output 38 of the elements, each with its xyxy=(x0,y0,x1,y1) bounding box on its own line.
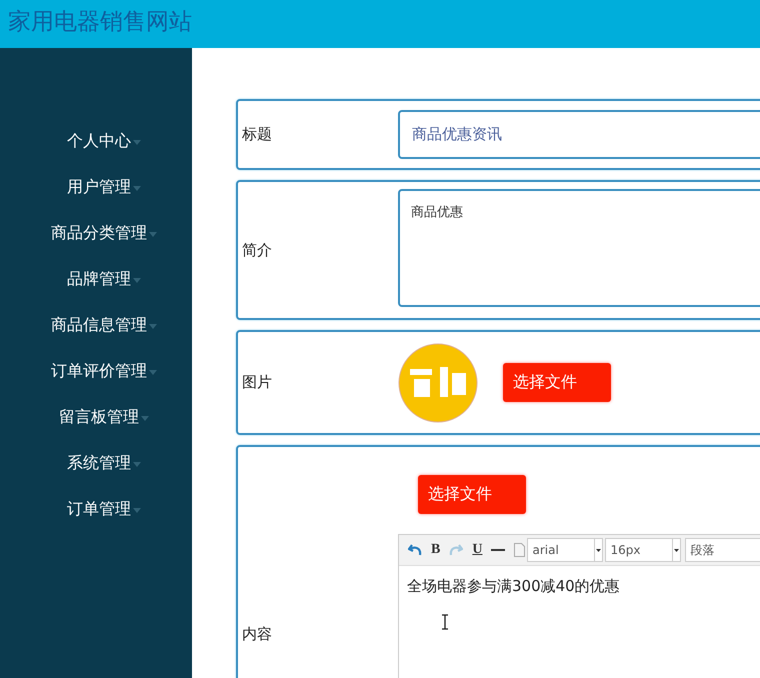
editor-select[interactable]: arial xyxy=(527,538,604,562)
caret-icon xyxy=(149,324,157,328)
bold-button[interactable]: B xyxy=(431,542,440,558)
title-input[interactable]: 商品优惠资讯 xyxy=(398,110,760,159)
field-label: 简介 xyxy=(242,240,273,260)
editor-text: 全场电器参与满300减40的优惠 xyxy=(407,577,620,595)
sidebar-item[interactable]: 留言板管理 xyxy=(59,402,149,432)
caret-icon xyxy=(133,508,141,512)
caret-icon xyxy=(149,232,157,236)
sidebar-item[interactable]: 订单管理 xyxy=(67,494,141,524)
text-cursor-icon xyxy=(441,614,449,630)
site-title: 家用电器销售网站 xyxy=(8,8,192,37)
sidebar-item[interactable]: 品牌管理 xyxy=(67,264,141,294)
caret-icon xyxy=(141,416,149,420)
sidebar-item[interactable]: 订单评价管理 xyxy=(51,356,157,386)
sidebar-item[interactable]: 用户管理 xyxy=(67,172,141,202)
editor-select[interactable]: 16px xyxy=(605,538,682,562)
choose-file-button[interactable]: 选择文件 xyxy=(503,363,611,402)
dropdown-arrow-icon xyxy=(674,548,680,552)
caret-icon xyxy=(133,278,141,282)
field-label: 内容 xyxy=(242,625,273,644)
field-label: 图片 xyxy=(242,373,273,392)
caret-icon xyxy=(133,140,141,144)
sidebar-item[interactable]: 商品信息管理 xyxy=(51,310,157,340)
underline-button[interactable]: U xyxy=(472,542,482,558)
summary-textarea[interactable]: 商品优惠 xyxy=(398,189,760,307)
caret-icon xyxy=(149,370,157,374)
sidebar-item[interactable]: 个人中心 xyxy=(67,126,141,156)
horizontal-rule-icon[interactable] xyxy=(491,549,506,551)
editor-select[interactable]: 段落 xyxy=(685,538,760,562)
sidebar-item[interactable]: 系统管理 xyxy=(67,448,141,478)
caret-icon xyxy=(133,186,141,190)
field-label: 标题 xyxy=(242,125,273,144)
sidebar-item[interactable]: 商品分类管理 xyxy=(51,218,157,248)
choose-file-button[interactable]: 选择文件 xyxy=(418,475,526,514)
dropdown-arrow-icon xyxy=(596,548,602,552)
caret-icon xyxy=(133,462,141,466)
undo-icon[interactable] xyxy=(408,544,422,556)
